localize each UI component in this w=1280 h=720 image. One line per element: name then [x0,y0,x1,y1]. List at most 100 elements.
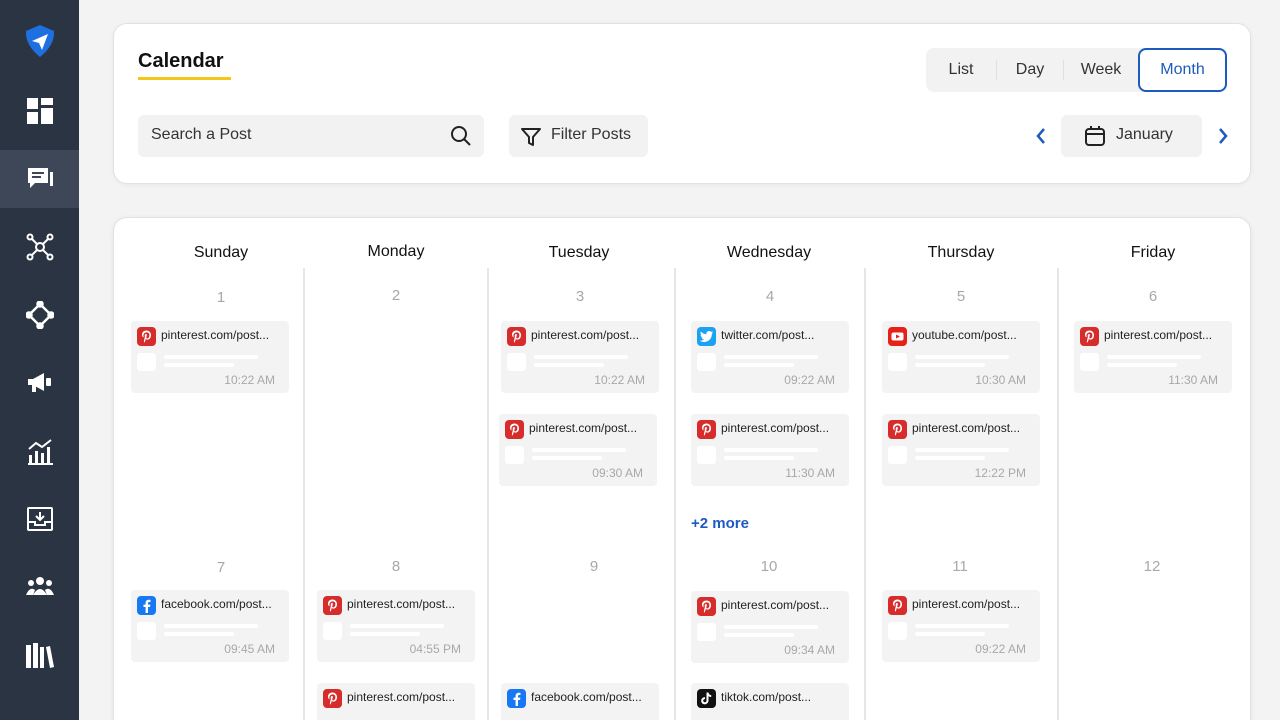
post-text-placeholder [915,624,1009,628]
nav-team[interactable] [0,558,79,616]
post-thumbnail [888,353,907,371]
post-thumbnail [505,446,524,464]
post-card[interactable]: pinterest.com/post... 09:22 AM [882,590,1040,662]
date-cell[interactable]: 11 [940,558,980,575]
dashboard-icon [26,98,53,124]
post-thumbnail [697,446,716,464]
post-text-placeholder [915,355,1009,359]
post-time: 09:34 AM [784,643,835,657]
post-card[interactable]: pinterest.com/post... 09:34 AM [691,591,849,663]
post-card[interactable]: pinterest.com/post... 10:22 AM [131,321,289,393]
date-cell[interactable]: 7 [201,559,241,576]
day-header-wednesday: Wednesday [726,244,812,261]
post-time: 09:30 AM [592,466,643,480]
date-cell[interactable]: 5 [941,288,981,305]
view-month-button[interactable]: Month [1138,48,1227,92]
post-text-placeholder [724,355,818,359]
send-icon [25,25,54,57]
post-time: 12:22 PM [974,466,1026,480]
pinterest-icon [507,327,526,346]
nav-posts[interactable] [0,150,79,208]
post-url: pinterest.com/post... [912,421,1021,435]
post-card[interactable]: pinterest.com/post... 11:30 AM [691,414,849,486]
month-label: January [1116,126,1173,143]
day-header-friday: Friday [1130,244,1176,261]
search-input[interactable]: Search a Post [138,115,484,157]
library-icon [25,643,54,668]
chevron-left-icon[interactable] [1030,125,1052,147]
nav-dashboard[interactable] [0,82,79,140]
pinterest-icon [137,327,156,346]
post-card[interactable]: pinterest.com/post... 11:30 AM [1074,321,1232,393]
post-text-placeholder [534,363,604,367]
post-thumbnail [888,446,907,464]
post-text-placeholder [724,363,794,367]
date-cell[interactable]: 2 [376,287,416,304]
filter-posts-button[interactable]: Filter Posts [509,115,648,157]
chevron-right-icon[interactable] [1212,125,1234,147]
view-list-button[interactable]: List [926,48,996,92]
nav-send[interactable] [0,12,79,70]
post-card[interactable]: facebook.com/post... [501,683,659,720]
post-time: 09:45 AM [224,642,275,656]
view-week-button[interactable]: Week [1064,48,1138,92]
pinterest-icon [888,596,907,615]
post-card[interactable]: pinterest.com/post... 12:22 PM [882,414,1040,486]
date-cell[interactable]: 6 [1133,288,1173,305]
youtube-icon [888,327,907,346]
post-thumbnail [323,622,342,640]
post-card[interactable]: pinterest.com/post... 10:22 AM [501,321,659,393]
nav-analytics[interactable] [0,422,79,480]
column-divider [864,268,866,720]
nav-library[interactable] [0,626,79,684]
post-url: pinterest.com/post... [347,597,456,611]
post-thumbnail [888,622,907,640]
date-cell[interactable]: 12 [1132,558,1172,575]
post-thumbnail [507,353,526,371]
date-cell[interactable]: 10 [749,558,789,575]
post-url: pinterest.com/post... [531,328,640,342]
post-card[interactable]: youtube.com/post... 10:30 AM [882,321,1040,393]
month-picker-button[interactable]: January [1061,115,1202,157]
sidebar [0,0,79,720]
post-time: 10:30 AM [975,373,1026,387]
facebook-icon [137,596,156,615]
post-card[interactable]: pinterest.com/post... 04:55 PM [317,590,475,662]
post-card[interactable]: twitter.com/post... 09:22 AM [691,321,849,393]
post-text-placeholder [915,456,985,460]
date-cell[interactable]: 9 [574,558,614,575]
post-url: facebook.com/post... [161,597,272,611]
post-text-placeholder [534,355,628,359]
date-cell[interactable]: 3 [560,288,600,305]
post-time: 09:22 AM [975,642,1026,656]
nav-campaigns[interactable] [0,354,79,412]
post-text-placeholder [164,363,234,367]
post-text-placeholder [724,625,818,629]
column-divider [1057,268,1059,720]
view-day-button[interactable]: Day [997,48,1063,92]
date-cell[interactable]: 4 [750,288,790,305]
post-text-placeholder [164,624,258,628]
post-text-placeholder [724,456,794,460]
post-text-placeholder [532,448,626,452]
post-card[interactable]: tiktok.com/post... [691,683,849,720]
pinterest-icon [1080,327,1099,346]
filter-posts-label: Filter Posts [551,126,632,143]
nav-integrations[interactable] [0,286,79,344]
nav-inbox[interactable] [0,490,79,548]
megaphone-icon [27,373,51,392]
post-card[interactable]: pinterest.com/post... [317,683,475,720]
post-card[interactable]: facebook.com/post... 09:45 AM [131,590,289,662]
more-posts-link[interactable]: +2 more [691,515,749,532]
column-divider [674,268,676,720]
post-card[interactable]: pinterest.com/post... 09:30 AM [499,414,657,486]
post-url: youtube.com/post... [912,328,1017,342]
date-cell[interactable]: 8 [376,558,416,575]
day-header-sunday: Sunday [193,244,249,261]
twitter-icon [697,327,716,346]
calendar-icon [1085,126,1105,146]
date-cell[interactable]: 1 [201,289,241,306]
integrations-icon [25,301,54,329]
post-time: 10:22 AM [224,373,275,387]
nav-network[interactable] [0,218,79,276]
